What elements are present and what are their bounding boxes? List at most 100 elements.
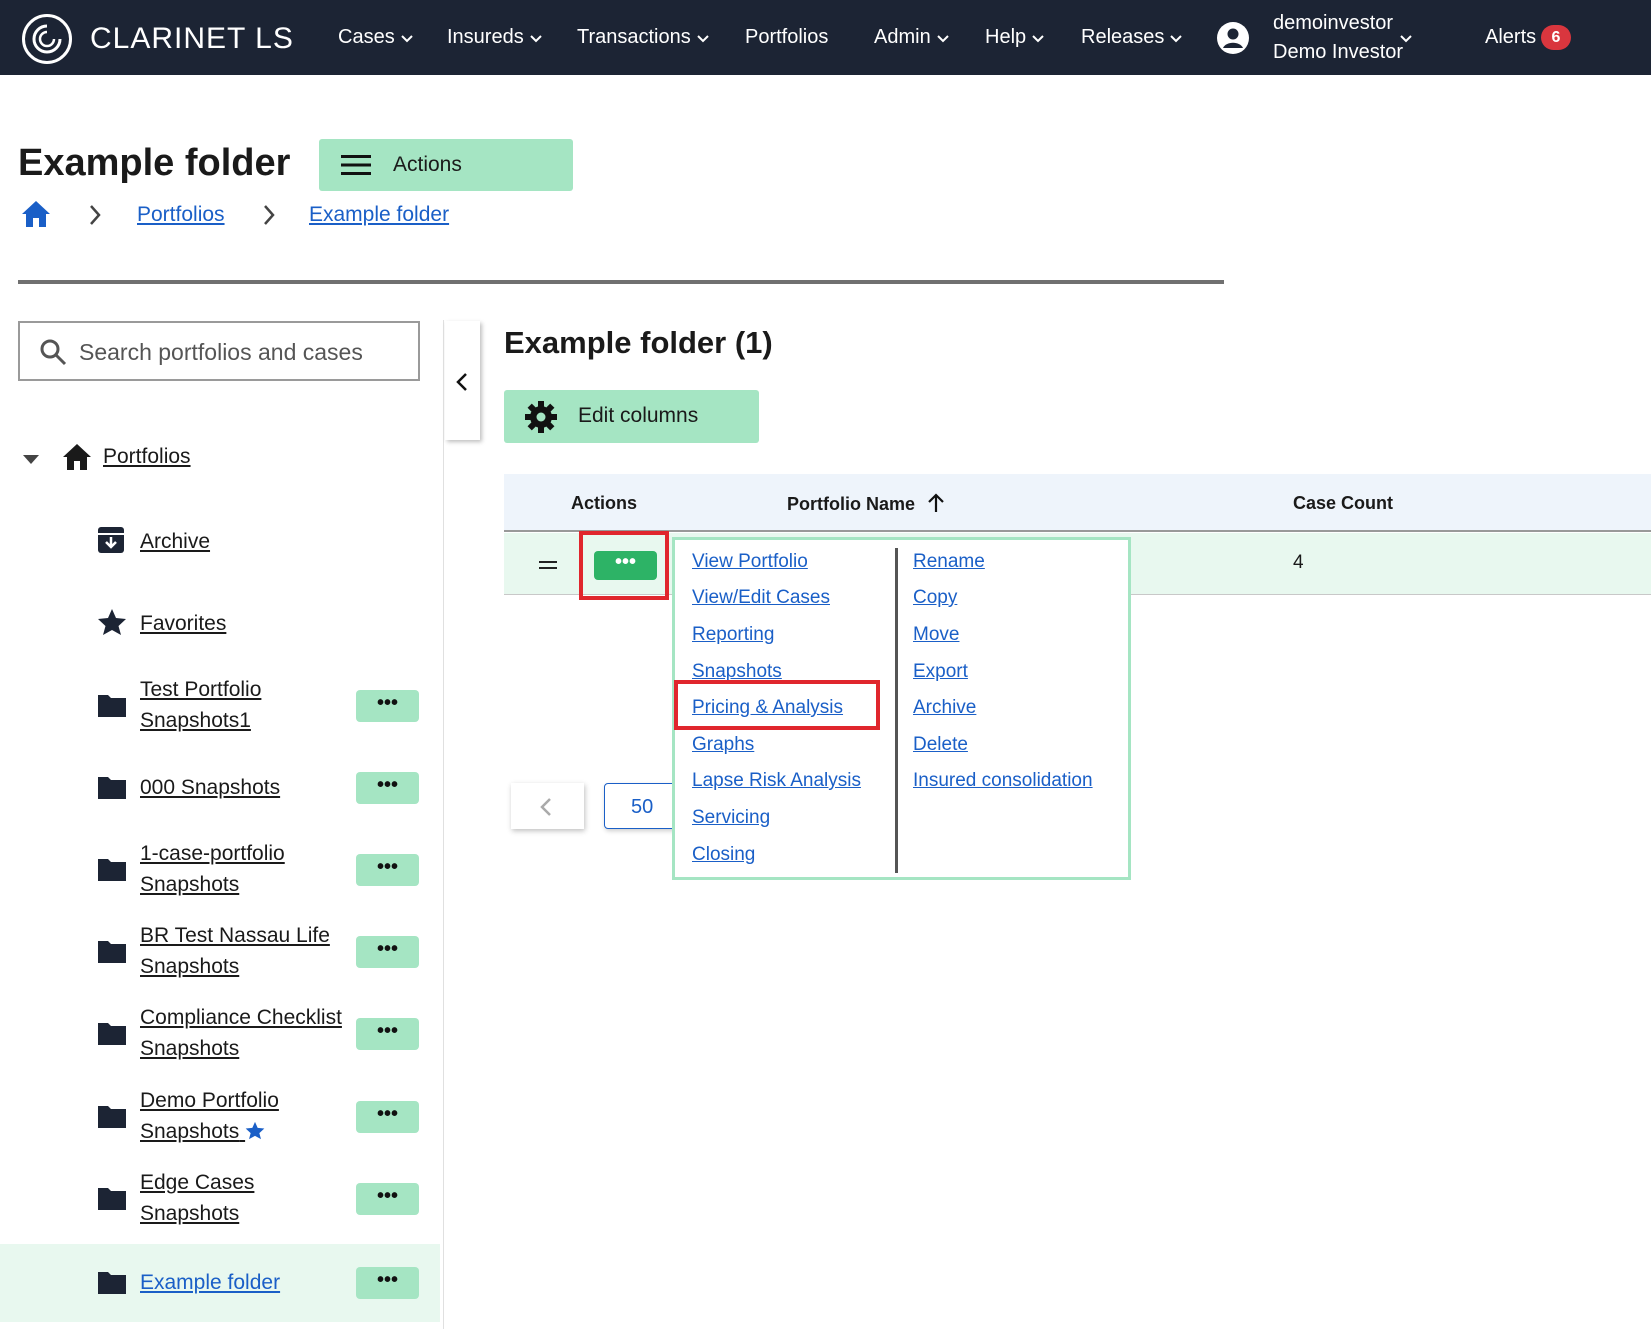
- chevron-down-icon: [1170, 26, 1183, 49]
- folder-icon: [97, 774, 127, 805]
- folder-icon: [97, 692, 127, 723]
- chevron-right-icon: [88, 204, 102, 231]
- actions-button-label: Actions: [393, 153, 462, 176]
- more-options-button[interactable]: •••: [356, 936, 419, 968]
- breadcrumb-portfolios[interactable]: Portfolios: [137, 203, 225, 227]
- alerts-link[interactable]: Alerts: [1485, 26, 1536, 49]
- menu-item-servicing[interactable]: Servicing: [692, 807, 770, 829]
- menu-item-archive[interactable]: Archive: [913, 697, 976, 719]
- nav-cases-label: Cases: [338, 26, 395, 48]
- sidebar-item-favorites[interactable]: Favorites: [0, 604, 440, 644]
- more-options-button[interactable]: •••: [356, 1183, 419, 1215]
- more-options-button[interactable]: •••: [356, 1018, 419, 1050]
- collapse-sidebar-button[interactable]: [445, 321, 480, 440]
- highlight-box: [674, 680, 880, 730]
- search-input[interactable]: Search portfolios and cases: [18, 321, 420, 381]
- nav-help[interactable]: Help: [985, 26, 1044, 49]
- more-options-button[interactable]: •••: [356, 772, 419, 804]
- sidebar-item-label: Compliance Checklist Snapshots: [140, 1006, 342, 1060]
- home-icon: [62, 443, 92, 476]
- brand-name[interactable]: CLARINET LS: [90, 22, 294, 56]
- nav-releases[interactable]: Releases: [1081, 26, 1183, 49]
- highlight-box: [579, 531, 669, 600]
- caret-down-icon[interactable]: [22, 453, 40, 471]
- table-header: Actions Portfolio Name Case Count: [504, 474, 1651, 532]
- more-options-button[interactable]: •••: [356, 1267, 419, 1299]
- folder-icon: [97, 1103, 127, 1134]
- chevron-down-icon: [400, 26, 413, 49]
- page-title: Example folder: [18, 142, 291, 184]
- chevron-down-icon: [530, 26, 542, 49]
- sidebar-item-label: 1-case-portfolio Snapshots: [140, 842, 285, 896]
- folder-icon: [97, 1269, 127, 1300]
- menu-item-move[interactable]: Move: [913, 624, 959, 646]
- menu-item-reporting[interactable]: Reporting: [692, 624, 774, 646]
- sidebar-item-label: BR Test Nassau Life Snapshots: [140, 924, 330, 978]
- main-title: Example folder (1): [504, 325, 773, 360]
- gear-icon: [525, 401, 557, 433]
- nav-portfolios[interactable]: Portfolios: [745, 26, 828, 49]
- clarinet-logo-icon[interactable]: [22, 14, 72, 64]
- sidebar-item-000-snapshots[interactable]: 000 Snapshots •••: [0, 768, 440, 808]
- hamburger-icon: [341, 154, 371, 181]
- menu-column-divider: [895, 548, 898, 873]
- menu-item-export[interactable]: Export: [913, 661, 968, 683]
- sidebar-item-example-folder[interactable]: Example folder •••: [0, 1244, 440, 1322]
- sidebar-item-label: 000 Snapshots: [140, 776, 281, 799]
- sidebar-item-label: Example folder: [140, 1271, 281, 1294]
- edit-columns-label: Edit columns: [578, 404, 699, 427]
- chevron-left-icon: [456, 373, 467, 391]
- sidebar-item-demo-portfolio-snapshots[interactable]: Demo Portfolio Snapshots •••: [0, 1083, 440, 1151]
- nav-transactions-label: Transactions: [577, 26, 691, 48]
- menu-item-closing[interactable]: Closing: [692, 844, 755, 866]
- user-avatar-icon[interactable]: [1217, 22, 1249, 54]
- more-options-button[interactable]: •••: [356, 690, 419, 722]
- actions-button[interactable]: Actions: [319, 139, 573, 191]
- page-size-value: 50: [631, 796, 654, 818]
- user-fullname[interactable]: Demo Investor: [1273, 41, 1403, 64]
- nav-transactions[interactable]: Transactions: [577, 26, 709, 49]
- more-options-button[interactable]: •••: [356, 854, 419, 886]
- sidebar-item-label: Favorites: [140, 612, 227, 635]
- menu-item-insured-consolidation[interactable]: Insured consolidation: [913, 770, 1093, 792]
- chevron-down-icon: [936, 26, 949, 49]
- chevron-down-icon[interactable]: [1400, 30, 1412, 48]
- menu-item-copy[interactable]: Copy: [913, 587, 957, 609]
- folder-icon: [97, 1185, 127, 1216]
- chevron-down-icon: [697, 26, 709, 49]
- sidebar-item-br-test-nassau-life-snapshots[interactable]: BR Test Nassau Life Snapshots •••: [0, 918, 440, 986]
- previous-page-button[interactable]: [511, 783, 584, 829]
- nav-cases[interactable]: Cases: [338, 26, 413, 49]
- case-count-cell: 4: [1293, 552, 1304, 573]
- breadcrumb-example-folder[interactable]: Example folder: [309, 203, 449, 227]
- menu-item-delete[interactable]: Delete: [913, 734, 968, 756]
- edit-columns-button[interactable]: Edit columns: [504, 390, 759, 443]
- menu-item-rename[interactable]: Rename: [913, 551, 985, 573]
- breadcrumb-home-icon[interactable]: [20, 199, 52, 234]
- username[interactable]: demoinvestor: [1273, 12, 1393, 35]
- menu-item-graphs[interactable]: Graphs: [692, 734, 754, 756]
- star-icon: [97, 608, 127, 641]
- nav-admin[interactable]: Admin: [874, 26, 949, 49]
- tree-root-portfolios[interactable]: Portfolios: [103, 445, 191, 469]
- nav-insureds-label: Insureds: [447, 26, 524, 48]
- drag-handle-icon[interactable]: [539, 561, 557, 569]
- nav-releases-label: Releases: [1081, 26, 1165, 48]
- more-options-button[interactable]: •••: [356, 1101, 419, 1133]
- menu-item-view-edit-cases[interactable]: View/Edit Cases: [692, 587, 830, 609]
- archive-icon: [97, 526, 125, 559]
- sidebar-item-label: Edge Cases Snapshots: [140, 1171, 255, 1225]
- nav-insureds[interactable]: Insureds: [447, 26, 542, 49]
- sidebar-item-test-portfolio-snapshots1[interactable]: Test Portfolio Snapshots1 •••: [0, 672, 440, 740]
- menu-item-view-portfolio[interactable]: View Portfolio: [692, 551, 808, 573]
- menu-item-lapse-risk-analysis[interactable]: Lapse Risk Analysis: [692, 770, 861, 792]
- column-header-portfolio-name[interactable]: Portfolio Name: [787, 493, 945, 518]
- folder-icon: [97, 938, 127, 969]
- nav-admin-label: Admin: [874, 26, 931, 48]
- chevron-down-icon: [1032, 26, 1044, 49]
- sidebar-item-edge-cases-snapshots[interactable]: Edge Cases Snapshots •••: [0, 1165, 440, 1233]
- column-header-case-count: Case Count: [1293, 493, 1394, 513]
- sidebar-item-archive[interactable]: Archive: [0, 522, 440, 562]
- sidebar-item-1-case-portfolio-snapshots[interactable]: 1-case-portfolio Snapshots •••: [0, 836, 440, 904]
- sidebar-item-compliance-checklist-snapshots[interactable]: Compliance Checklist Snapshots •••: [0, 1000, 440, 1068]
